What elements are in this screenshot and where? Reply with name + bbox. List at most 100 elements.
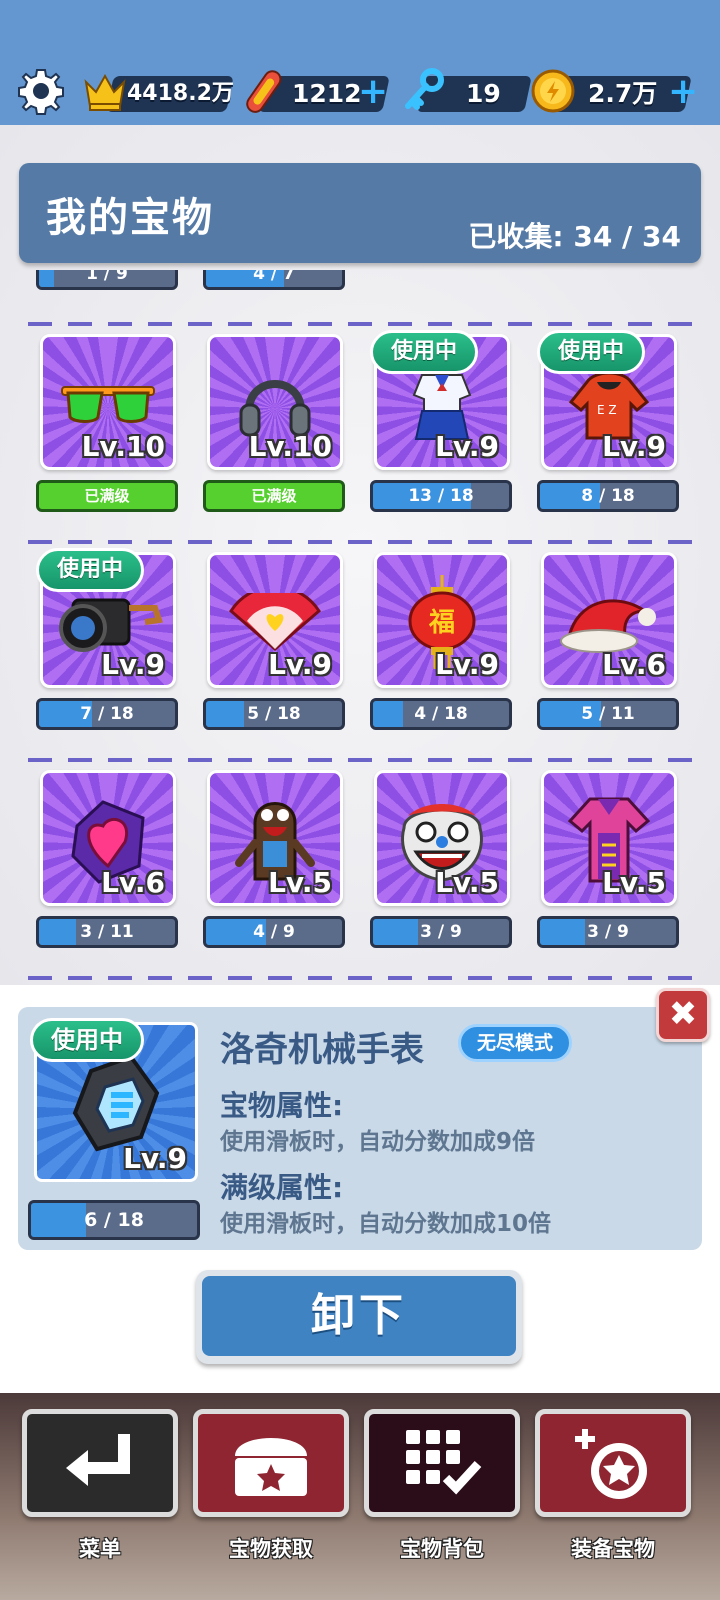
skateboard-icon (238, 66, 288, 116)
close-icon: ✖ (668, 994, 698, 1034)
progress-bar: 8 / 18 (537, 480, 679, 512)
nav-treasure-acquire-button[interactable] (193, 1409, 349, 1517)
max-attr-heading: 满级属性: (220, 1171, 344, 1204)
attr-heading: 宝物属性: (220, 1089, 344, 1122)
treasure-chest-icon (235, 1438, 307, 1496)
progress-text: 7 / 18 (80, 704, 134, 724)
progress-bar: 3 / 9 (537, 916, 679, 948)
treasure-name: 洛奇机械手表 (220, 1030, 424, 1070)
in-use-badge: 使用中 (36, 548, 145, 592)
return-arrow-icon (66, 1434, 130, 1486)
key-icon (398, 66, 448, 116)
progress-bar: 已满级 (36, 480, 178, 512)
collected-count: 已收集: 34 / 34 (468, 220, 681, 253)
progress-text: 13 / 18 (408, 486, 474, 506)
bottom-nav: 菜单 宝物获取 宝物背包 装备宝物 (0, 1393, 720, 1600)
in-use-badge: 使用中 (370, 330, 479, 374)
nav-equip-treasure-label: 装备宝物 (571, 1537, 655, 1561)
equip-star-icon (575, 1429, 647, 1499)
crown-value: 4418.2万 (127, 81, 234, 106)
attr-text: 使用滑板时，自动分数加成9倍 (220, 1129, 536, 1155)
crown-icon (80, 66, 130, 116)
level-label: Lv.5 (435, 866, 499, 899)
treasure-slot-sunglasses[interactable]: Lv.10 (40, 334, 176, 470)
title-card: 我的宝物 已收集: 34 / 34 (19, 163, 701, 263)
gear-icon[interactable] (16, 66, 66, 116)
level-label: Lv.10 (81, 430, 165, 463)
close-button[interactable]: ✖ (656, 988, 710, 1042)
max-attr-text: 使用滑板时，自动分数加成10倍 (220, 1211, 552, 1237)
unequip-button[interactable]: 卸下 (196, 1270, 522, 1364)
level-label: Lv.6 (101, 866, 165, 899)
progress-bar: 3 / 11 (36, 916, 178, 948)
progress-bar: 4 / 7 (203, 270, 345, 290)
progress-text: 4 / 7 (253, 270, 295, 284)
progress-bar: 3 / 9 (370, 916, 512, 948)
nav-menu-label: 菜单 (79, 1537, 121, 1561)
progress-text: 3 / 11 (80, 922, 134, 942)
page-title: 我的宝物 (46, 195, 214, 241)
progress-bar: 4 / 18 (370, 698, 512, 730)
add-skateboard-button[interactable]: + (358, 72, 388, 112)
currency-bar: 4418.2万 1212 + 19 2.7万 + (0, 60, 720, 122)
progress-text: 1 / 9 (86, 270, 128, 284)
progress-text: 3 / 9 (587, 922, 629, 942)
detail-in-use-badge: 使用中 (30, 1018, 144, 1062)
detail-progress-bar: 6 / 18 (28, 1200, 200, 1240)
svg-text:福: 福 (428, 608, 455, 638)
mode-badge: 无尽模式 (458, 1024, 573, 1062)
treasure-slot-red-lantern[interactable]: 福 Lv.9 (374, 552, 510, 688)
level-label: Lv.5 (268, 866, 332, 899)
unequip-label: 卸下 (202, 1276, 516, 1356)
progress-text: 5 / 18 (247, 704, 301, 724)
level-label: Lv.6 (602, 648, 666, 681)
coin-icon (528, 66, 578, 116)
nav-treasure-acquire-label: 宝物获取 (229, 1537, 313, 1561)
level-label: Lv.10 (248, 430, 332, 463)
progress-text: 8 / 18 (581, 486, 635, 506)
level-label: Lv.9 (101, 648, 165, 681)
detail-level: Lv.9 (123, 1142, 187, 1175)
treasure-slot-pink-outfit[interactable]: Lv.5 (541, 770, 677, 906)
level-label: Lv.5 (602, 866, 666, 899)
treasure-grid[interactable]: 1 / 9 4 / 7 Lv.10 已满级 Lv.10 已满级 Lv.9 使用中 13 / … (0, 270, 720, 985)
progress-bar: 1 / 9 (36, 270, 178, 290)
progress-bar: 7 / 18 (36, 698, 178, 730)
progress-text: 3 / 9 (420, 922, 462, 942)
level-label: Lv.9 (602, 430, 666, 463)
key-value: 19 (466, 79, 501, 108)
coin-value: 2.7万 (588, 79, 658, 108)
progress-bar: 13 / 18 (370, 480, 512, 512)
grid-check-icon (406, 1430, 482, 1495)
nav-equip-treasure-button[interactable] (535, 1409, 691, 1517)
progress-text: 已满级 (251, 487, 297, 505)
in-use-badge: 使用中 (537, 330, 646, 374)
progress-bar: 5 / 18 (203, 698, 345, 730)
progress-text: 5 / 11 (581, 704, 635, 724)
level-label: Lv.9 (435, 430, 499, 463)
treasure-slot-santa-hat[interactable]: Lv.6 (541, 552, 677, 688)
nav-menu-button[interactable] (22, 1409, 178, 1517)
nav-treasure-bag-button[interactable] (364, 1409, 520, 1517)
divider (28, 976, 692, 980)
divider (28, 540, 692, 544)
progress-bar: 5 / 11 (537, 698, 679, 730)
progress-text: 4 / 18 (414, 704, 468, 724)
divider (28, 758, 692, 762)
detail-progress-text: 6 / 18 (84, 1209, 144, 1231)
progress-bar: 已满级 (203, 480, 345, 512)
treasure-slot-heart-fan[interactable]: Lv.9 (207, 552, 343, 688)
treasure-slot-heart-gem[interactable]: Lv.6 (40, 770, 176, 906)
treasure-slot-lion-head[interactable]: Lv.5 (374, 770, 510, 906)
progress-bar: 4 / 9 (203, 916, 345, 948)
divider (28, 322, 692, 326)
treasure-slot-headphones[interactable]: Lv.10 (207, 334, 343, 470)
progress-text: 4 / 9 (253, 922, 295, 942)
level-label: Lv.9 (435, 648, 499, 681)
add-coin-button[interactable]: + (668, 72, 698, 112)
treasure-slot-plush-toy[interactable]: Lv.5 (207, 770, 343, 906)
progress-text: 已满级 (84, 487, 130, 505)
nav-treasure-bag-label: 宝物背包 (400, 1537, 484, 1561)
skateboard-value: 1212 (292, 79, 362, 108)
level-label: Lv.9 (268, 648, 332, 681)
